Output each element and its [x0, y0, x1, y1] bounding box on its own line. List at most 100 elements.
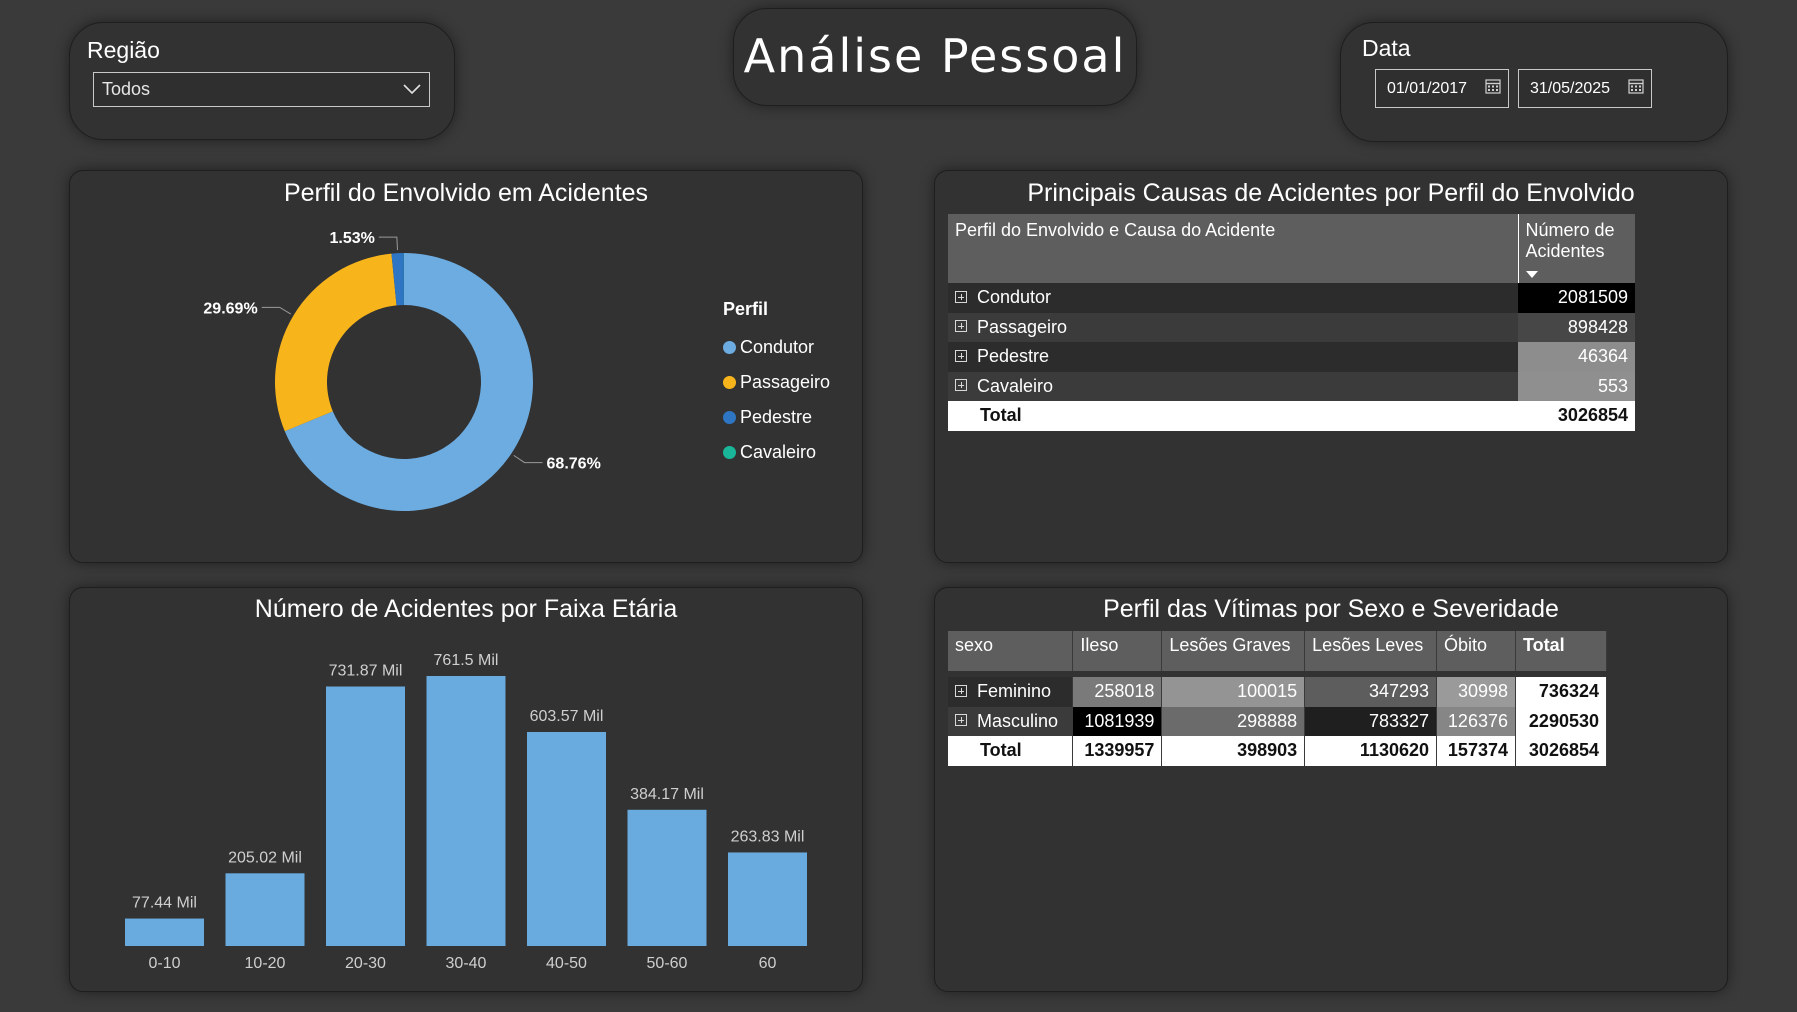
cell-value: 126376	[1436, 706, 1516, 736]
total-row: Total 3026854	[948, 401, 1635, 431]
table-row: Condutor 2081509	[948, 283, 1635, 313]
x-tick-label: 40-50	[546, 955, 587, 972]
table-row: Feminino 258018 100015 347293 30998 7363…	[948, 677, 1607, 707]
expand-icon[interactable]	[955, 320, 967, 332]
legend-label: Pedestre	[740, 407, 813, 427]
table-row: Passageiro 898428	[948, 312, 1635, 343]
causas-panel: Principais Causas de Acidentes por Perfi…	[934, 170, 1728, 563]
expand-icon[interactable]	[955, 379, 967, 391]
donut-slice-passageiro[interactable]	[275, 253, 397, 432]
table-row: Pedestre 46364	[948, 342, 1635, 372]
column-header-label: Número de Acidentes	[1525, 220, 1615, 261]
column-header-lesoes-graves[interactable]: Lesões Graves	[1161, 631, 1306, 671]
column-header-obito[interactable]: Óbito	[1436, 631, 1516, 671]
bar-data-label: 731.87 Mil	[329, 663, 403, 680]
sexo-table-title: Perfil das Vítimas por Sexo e Severidade	[1103, 595, 1559, 623]
title-card: Análise Pessoal	[733, 8, 1137, 106]
x-tick-label: 30-40	[446, 955, 487, 972]
page-title: Análise Pessoal	[743, 29, 1127, 83]
table-row: Cavaleiro 553	[948, 371, 1635, 402]
x-tick-label: 50-60	[647, 955, 688, 972]
cell-value: 2081509	[1518, 283, 1635, 313]
bar-20-30[interactable]	[326, 686, 405, 946]
donut-legend: Perfil Condutor Passageiro Pedestre Cava…	[723, 299, 830, 470]
calendar-icon[interactable]	[1485, 78, 1501, 94]
legend-label: Condutor	[740, 337, 815, 357]
total-value: 3026854	[1518, 401, 1635, 431]
row-label: Condutor	[948, 283, 1518, 313]
x-tick-label: 0-10	[148, 955, 180, 972]
legend-label: Cavaleiro	[740, 442, 817, 462]
expand-icon[interactable]	[955, 714, 967, 726]
start-date-input[interactable]: 01/01/2017	[1375, 69, 1509, 108]
row-label: Cavaleiro	[948, 372, 1518, 402]
table-row: Masculino 1081939 298888 783327 126376 2…	[948, 706, 1607, 736]
legend-dot-passageiro	[723, 376, 736, 389]
end-date-input[interactable]: 31/05/2025	[1518, 69, 1652, 108]
sexo-matrix: sexo Ileso Lesões Graves Lesões Leves Ób…	[948, 631, 1607, 766]
expand-icon[interactable]	[955, 290, 967, 303]
bar-40-50[interactable]	[527, 731, 606, 946]
bar-data-label: 205.02 Mil	[228, 849, 302, 866]
legend-item-cavaleiro[interactable]: Cavaleiro	[723, 435, 830, 470]
column-header-ileso[interactable]: Ileso	[1072, 631, 1163, 671]
cell-value: 46364	[1518, 342, 1635, 372]
bar-chart: 77.44 Mil 0-10 205.02 Mil 10-20 731.87 Mil 20…	[125, 652, 807, 972]
donut-data-label: 68.76%	[547, 456, 601, 473]
x-tick-label: 60	[759, 955, 777, 972]
total-label: Total	[948, 401, 1518, 431]
cell-value: 553	[1518, 371, 1635, 401]
cell-value: 1081939	[1072, 706, 1163, 736]
legend-item-passageiro[interactable]: Passageiro	[723, 365, 830, 400]
row-label: Masculino	[948, 706, 1074, 736]
bar-data-label: 263.83 Mil	[731, 828, 805, 845]
faixa-panel: Número de Acidentes por Faixa Etária 77.…	[69, 587, 863, 992]
expand-icon[interactable]	[955, 349, 967, 362]
regiao-dropdown[interactable]: Todos	[93, 72, 430, 107]
legend-label: Passageiro	[740, 372, 831, 392]
bar-data-label: 603.57 Mil	[530, 708, 604, 725]
legend-dot-condutor	[723, 341, 736, 354]
bar-30-40[interactable]	[426, 676, 506, 946]
total-value: 398903	[1161, 736, 1306, 766]
row-label: Feminino	[948, 677, 1074, 707]
bar-0-10[interactable]	[125, 918, 204, 946]
column-header-total[interactable]: Total	[1515, 631, 1607, 671]
total-value: 157374	[1436, 736, 1516, 766]
legend-title: Perfil	[723, 299, 769, 319]
column-header-numero[interactable]: Número de Acidentes	[1518, 214, 1635, 283]
x-tick-label: 20-30	[345, 955, 386, 972]
bar-50-60[interactable]	[627, 809, 707, 946]
cell-value: 783327	[1304, 706, 1438, 736]
causas-table-title: Principais Causas de Acidentes por Perfi…	[1027, 179, 1635, 207]
donut-data-label: 29.69%	[203, 300, 257, 317]
legend-item-condutor[interactable]: Condutor	[723, 330, 830, 365]
total-row: Total 1339957 398903 1130620 157374 3026…	[948, 736, 1607, 766]
legend-dot-pedestre	[723, 411, 736, 424]
bar-data-label: 77.44 Mil	[132, 895, 197, 912]
x-tick-label: 10-20	[245, 955, 286, 972]
cell-value: 258018	[1072, 677, 1163, 707]
regiao-label: Região	[87, 37, 160, 63]
row-label: Pedestre	[948, 342, 1518, 372]
expand-icon[interactable]	[955, 684, 967, 697]
bar-10-20[interactable]	[225, 873, 305, 946]
bar-data-label: 384.17 Mil	[630, 786, 704, 803]
legend-dot-cavaleiro	[723, 446, 736, 459]
regiao-selected-value: Todos	[102, 79, 151, 99]
bar-60[interactable]	[728, 852, 807, 946]
column-header-lesoes-leves[interactable]: Lesões Leves	[1304, 631, 1438, 671]
end-date-value: 31/05/2025	[1530, 80, 1611, 97]
cell-total: 736324	[1515, 677, 1607, 707]
cell-value: 298888	[1161, 706, 1306, 736]
chevron-down-icon	[403, 84, 421, 95]
legend-item-pedestre[interactable]: Pedestre	[723, 400, 830, 435]
row-label: Passageiro	[948, 313, 1518, 343]
cell-value: 100015	[1161, 677, 1306, 707]
column-header-sexo[interactable]: sexo	[948, 631, 1074, 671]
donut-leader-line	[378, 236, 398, 251]
sexo-panel: Perfil das Vítimas por Sexo e Severidade…	[934, 587, 1728, 992]
total-value: 1339957	[1072, 736, 1163, 766]
calendar-icon[interactable]	[1628, 78, 1644, 94]
column-header-perfil[interactable]: Perfil do Envolvido e Causa do Acidente	[948, 214, 1519, 283]
